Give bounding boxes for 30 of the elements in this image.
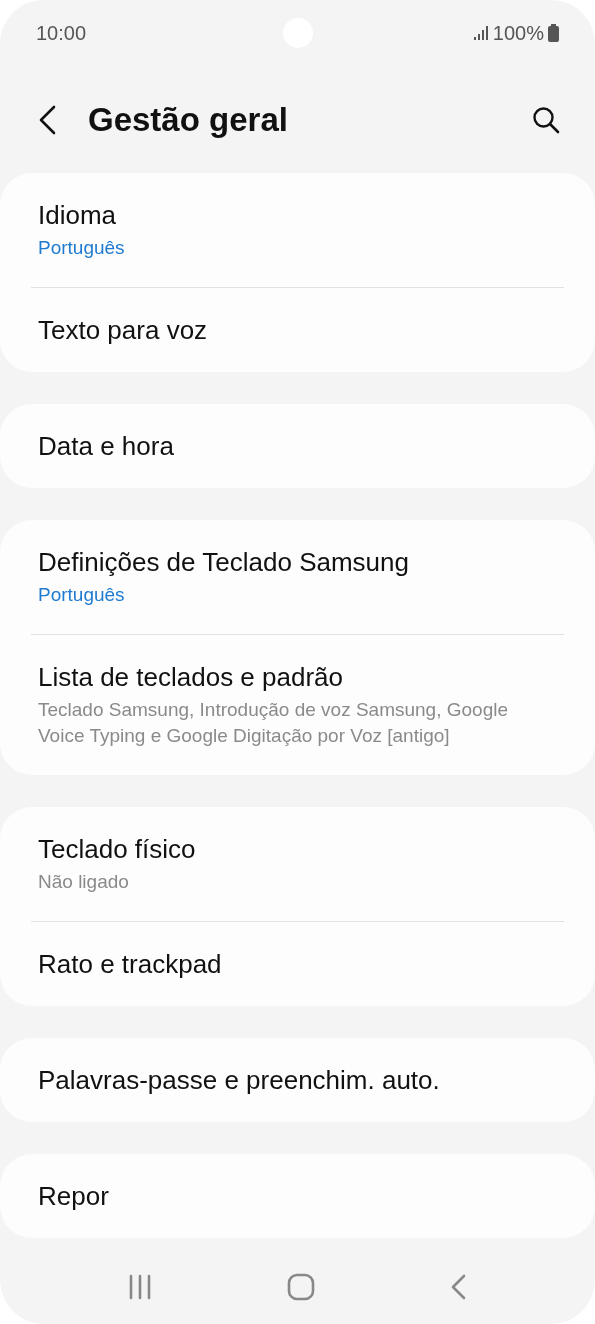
item-title: Rato e trackpad: [38, 948, 223, 980]
item-title: Data e hora: [38, 430, 175, 462]
item-description: Não ligado: [38, 870, 130, 894]
settings-item[interactable]: Teclado físico Não ligado: [0, 807, 595, 921]
battery-icon: [548, 24, 559, 42]
status-time: 10:00: [36, 21, 87, 45]
item-value: Português: [38, 583, 126, 607]
home-button[interactable]: [287, 1273, 316, 1301]
search-icon[interactable]: [531, 104, 561, 135]
settings-item[interactable]: Lista de teclados e padrão Teclado Samsung, Introdução de voz Samsung, Google Voice Typing e Google Digitação por Voz [antigo]: [31, 634, 564, 775]
item-value: Português: [38, 236, 126, 260]
settings-item[interactable]: Texto para voz: [31, 287, 564, 372]
settings-item[interactable]: Data e hora: [0, 404, 595, 488]
item-description: Teclado Samsung, Introdução de voz Samsung, Google Voice Typing e Google Digitação por Voz [antigo]: [38, 698, 509, 748]
settings-item[interactable]: Definições de Teclado Samsung Português: [0, 520, 595, 634]
battery-percent: 100%: [492, 21, 544, 45]
settings-item[interactable]: Palavras-passe e preenchim. auto.: [0, 1038, 595, 1122]
settings-item[interactable]: Idioma Português: [0, 173, 595, 287]
item-title: Repor: [38, 1180, 110, 1212]
signal-icon: [472, 25, 489, 41]
item-title: Palavras-passe e preenchim. auto.: [38, 1064, 441, 1096]
item-title: Texto para voz: [38, 314, 209, 346]
item-title: Lista de teclados e padrão: [38, 661, 344, 693]
settings-item[interactable]: Rato e trackpad: [31, 921, 564, 1006]
item-title: Idioma: [38, 199, 118, 231]
item-title: Definições de Teclado Samsung: [38, 546, 410, 578]
settings-item[interactable]: Repor: [0, 1154, 595, 1238]
item-title: Teclado físico: [38, 833, 197, 865]
back-nav-button[interactable]: [449, 1274, 468, 1300]
page-title: Gestão geral: [88, 100, 289, 139]
